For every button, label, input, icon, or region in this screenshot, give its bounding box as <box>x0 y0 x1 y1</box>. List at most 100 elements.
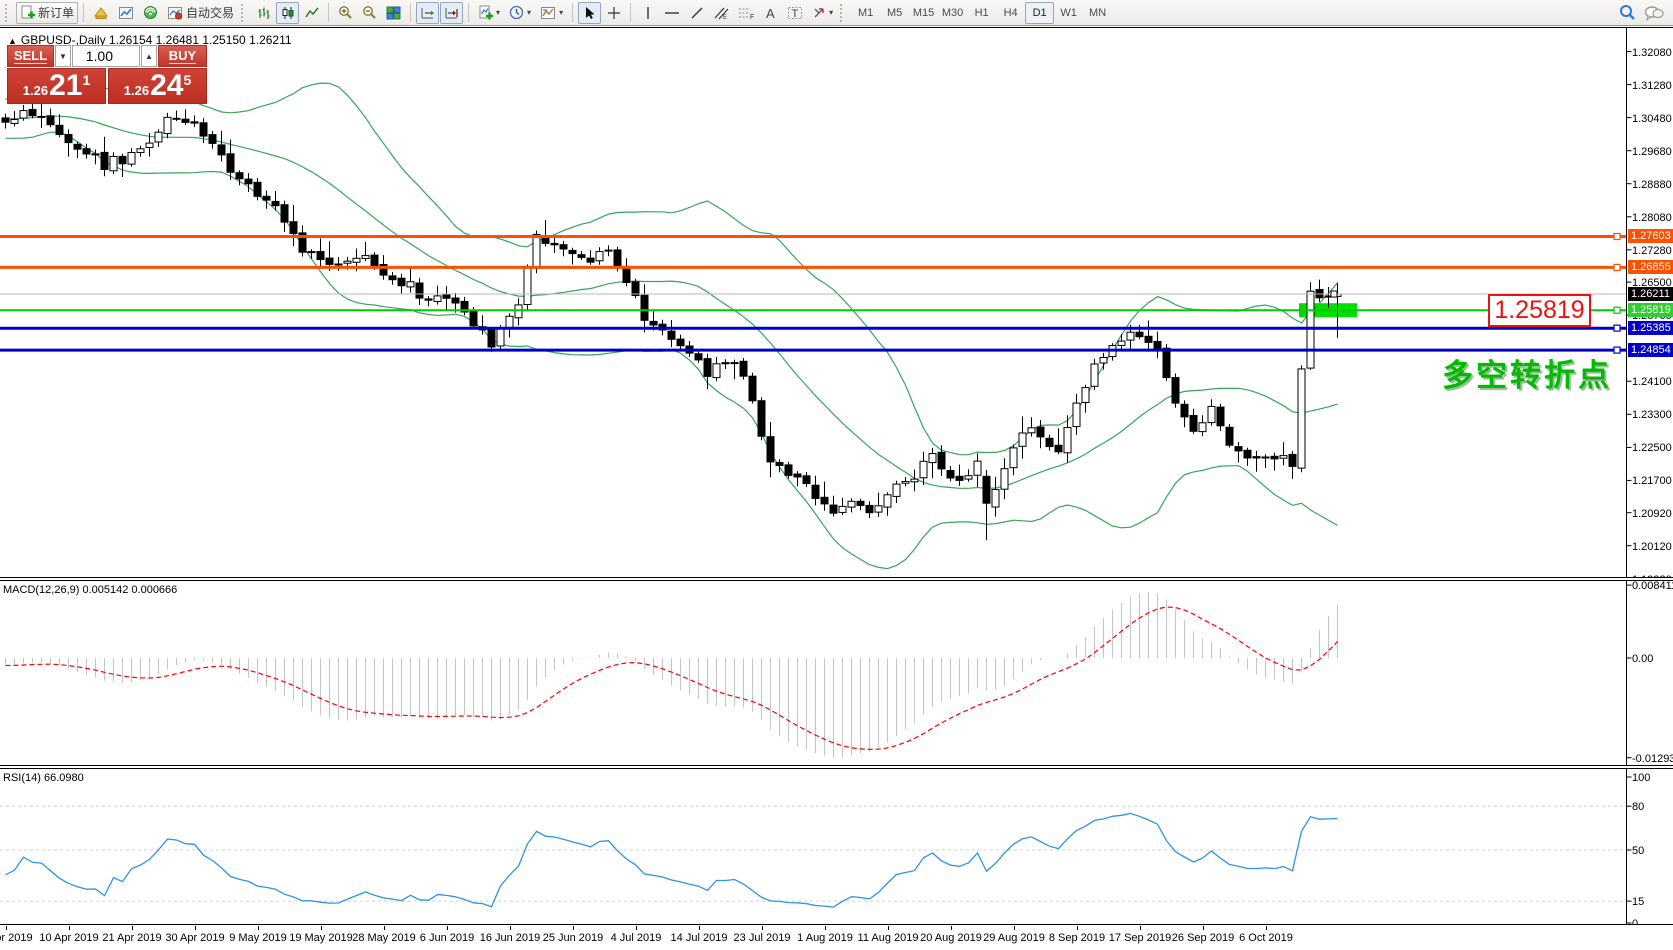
terminal-button[interactable] <box>114 2 138 24</box>
time-axis-label: 11 Aug 2019 <box>858 932 919 944</box>
selection-handle[interactable] <box>1331 291 1337 297</box>
macd-axis-label: 0.008411 <box>1632 580 1673 592</box>
line-chart-button[interactable] <box>300 2 323 24</box>
candlestick-chart-button[interactable] <box>276 2 299 24</box>
macd-axis-label: -0.012931 <box>1632 753 1673 765</box>
templates-button[interactable]: ▾ <box>536 2 567 24</box>
price-axis-label: 1.23300 <box>1632 409 1672 421</box>
sell-price-big: 21 <box>49 71 82 101</box>
timeframe-m5[interactable]: M5 <box>880 2 909 24</box>
price-axis-label: 1.28080 <box>1632 212 1672 224</box>
tile-windows-button[interactable] <box>382 2 405 24</box>
time-axis-label: 17 Sep 2019 <box>1109 932 1171 944</box>
sell-price-box[interactable]: 1.26 21 1 <box>7 68 106 104</box>
timeframe-h4[interactable]: H4 <box>996 2 1025 24</box>
line-chart-icon <box>305 6 319 20</box>
time-axis-tick <box>888 926 889 930</box>
rsi-axis-label: 15 <box>1632 896 1644 908</box>
periods-caret-icon: ▾ <box>527 8 531 17</box>
search-icon[interactable] <box>1619 4 1636 21</box>
periods-button[interactable]: ▾ <box>505 2 535 24</box>
buy-button[interactable]: BUY <box>158 45 207 67</box>
time-axis-label: 21 Apr 2019 <box>102 932 161 944</box>
time-axis-label: 29 Aug 2019 <box>983 932 1045 944</box>
svg-text:F: F <box>750 14 754 20</box>
price-callout-label[interactable]: 1.25819 <box>1488 294 1591 327</box>
periods-clock-icon <box>509 5 524 20</box>
arrows-tool[interactable]: ▾ <box>808 2 837 24</box>
crosshair-icon <box>607 6 621 20</box>
timeframe-m30[interactable]: M30 <box>938 2 967 24</box>
rsi-axis-label: 100 <box>1632 772 1650 784</box>
horizontal-line-icon <box>664 6 680 20</box>
price-axis-label: 1.28880 <box>1632 179 1672 191</box>
time-axis-tick <box>825 926 826 930</box>
text-label-tool[interactable]: T <box>783 2 807 24</box>
autotrading-label: 自动交易 <box>186 4 234 21</box>
chat-icon[interactable] <box>1644 5 1664 21</box>
time-axis-label: 28 May 2019 <box>352 932 416 944</box>
timeframe-w1[interactable]: W1 <box>1054 2 1083 24</box>
line-anchor-handle[interactable] <box>1614 264 1620 270</box>
signals-button[interactable] <box>139 2 162 24</box>
time-axis-label: 26 Sep 2019 <box>1172 932 1234 944</box>
vertical-line-tool[interactable] <box>636 2 659 24</box>
zoom-in-button[interactable] <box>334 2 357 24</box>
rsi-axis-label: 80 <box>1632 801 1644 813</box>
toolbar-grip <box>241 4 247 22</box>
sell-button[interactable]: SELL <box>7 45 54 67</box>
price-axis-label: 1.31280 <box>1632 80 1672 92</box>
line-anchor-handle[interactable] <box>1614 233 1620 239</box>
time-axis-label: 9 May 2019 <box>229 932 286 944</box>
price-badge-1.24854: 1.24854 <box>1628 343 1673 357</box>
time-axis-tick <box>384 926 385 930</box>
time-axis-label: 16 Jun 2019 <box>480 932 541 944</box>
trendline-tool[interactable] <box>685 2 708 24</box>
autotrading-button[interactable]: 自动交易 <box>163 2 238 24</box>
timeframe-m15[interactable]: M15 <box>909 2 938 24</box>
time-axis-label: 1 Aug 2019 <box>797 932 853 944</box>
time-axis-tick <box>762 926 763 930</box>
arrows-caret-icon: ▾ <box>829 8 833 17</box>
buy-price-sup: 5 <box>183 72 191 88</box>
line-anchor-handle[interactable] <box>1614 325 1620 331</box>
line-anchor-handle[interactable] <box>1614 307 1620 313</box>
equidistant-channel-tool[interactable]: E <box>709 2 733 24</box>
zoom-in-icon <box>338 5 353 20</box>
time-axis-label: 20 Aug 2019 <box>920 932 982 944</box>
rsi-axis-label: 0 <box>1632 918 1638 925</box>
time-axis-tick <box>447 926 448 930</box>
buy-price-box[interactable]: 1.26 24 5 <box>108 68 207 104</box>
bar-chart-button[interactable] <box>252 2 275 24</box>
text-tool[interactable]: A <box>759 2 782 24</box>
chart-text-annotation[interactable]: 多空转折点 <box>1442 350 1612 395</box>
fibonacci-tool[interactable]: F <box>734 2 758 24</box>
zoom-out-button[interactable] <box>358 2 381 24</box>
chart-shift-button[interactable] <box>440 2 463 24</box>
horizontal-line-tool[interactable] <box>660 2 684 24</box>
price-axis-label: 1.20920 <box>1632 508 1672 520</box>
timeframe-d1[interactable]: D1 <box>1025 2 1054 24</box>
time-axis-tick <box>573 926 574 930</box>
line-anchor-handle[interactable] <box>1614 347 1620 353</box>
one-click-trade-panel: SELL ▼ 1.00 ▲ BUY 1.26 21 1 1.26 24 5 <box>7 45 207 104</box>
price-axis-label: 1.22500 <box>1632 442 1672 454</box>
price-badge-1.27603: 1.27603 <box>1628 229 1673 243</box>
volume-decrease-button[interactable]: ▼ <box>55 45 71 67</box>
volume-increase-button[interactable]: ▲ <box>141 45 157 67</box>
signals-icon <box>143 5 158 20</box>
new-order-button[interactable]: 新订单 <box>16 2 78 24</box>
text-icon: A <box>764 6 777 20</box>
cursor-button[interactable] <box>578 2 601 24</box>
timeframe-h1[interactable]: H1 <box>967 2 996 24</box>
time-axis-tick <box>510 926 511 930</box>
indicators-caret-icon: ▾ <box>496 8 500 17</box>
indicators-button[interactable]: ▾ <box>474 2 504 24</box>
timeframe-mn[interactable]: MN <box>1083 2 1112 24</box>
metaeditor-button[interactable] <box>89 2 113 24</box>
timeframe-toolbar: M1M5M15M30H1H4D1W1MN <box>851 2 1112 24</box>
crosshair-button[interactable] <box>602 2 625 24</box>
volume-input[interactable]: 1.00 <box>72 45 140 67</box>
auto-scroll-button[interactable] <box>416 2 439 24</box>
timeframe-m1[interactable]: M1 <box>851 2 880 24</box>
